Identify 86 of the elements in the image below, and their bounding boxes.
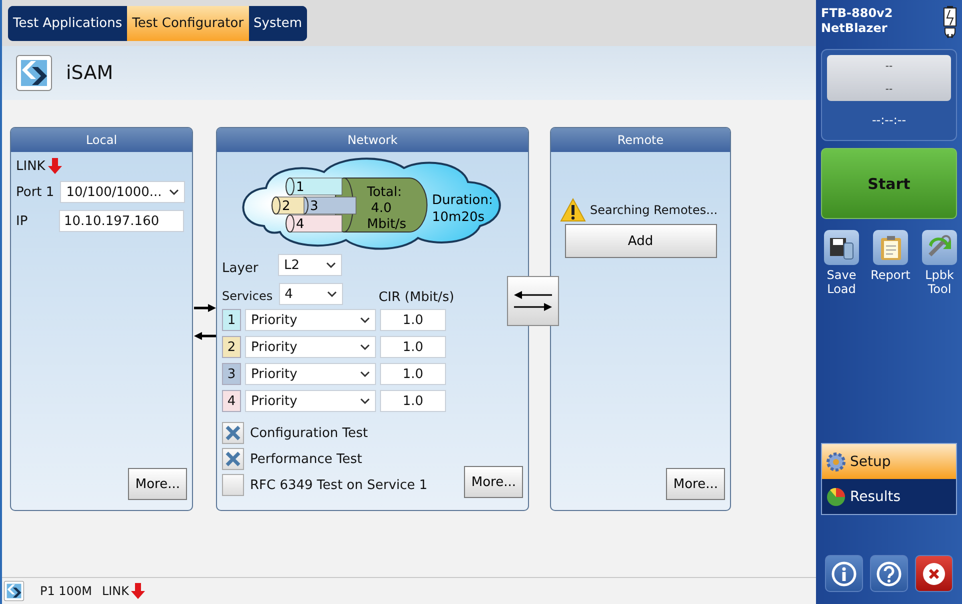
cir-header: CIR (Mbit/s) — [378, 290, 454, 305]
add-button[interactable]: Add — [564, 224, 716, 258]
chevron-icon — [326, 291, 337, 297]
model-name: FTB-880v2 — [821, 6, 893, 21]
battery-icon — [943, 6, 957, 40]
checkbox[interactable] — [222, 448, 244, 470]
chevron-icon — [360, 317, 370, 323]
duration-label: Duration: — [432, 193, 493, 208]
chevron-icon — [360, 371, 370, 377]
checkbox[interactable] — [222, 474, 244, 496]
chevron-icon — [169, 189, 180, 195]
chevron-icon — [360, 398, 370, 404]
chevron-icon — [360, 344, 370, 350]
more-button[interactable]: More... — [128, 468, 187, 500]
service-number: 2 — [282, 199, 290, 214]
nav-item[interactable]: Setup — [822, 444, 956, 479]
service-type-dropdown[interactable]: Priority — [245, 390, 376, 412]
right-arrow-icon — [194, 304, 216, 312]
service-number: 4 — [222, 390, 241, 412]
close-button[interactable] — [915, 555, 954, 592]
gear-icon — [826, 452, 846, 472]
ip-label: IP — [16, 214, 29, 228]
port-dropdown[interactable]: 10/100/1000... — [60, 181, 186, 203]
panel-title: Network — [217, 128, 528, 152]
cir-field[interactable]: 1.0 — [380, 336, 446, 358]
panel-title: Local — [11, 128, 192, 152]
product-name: NetBlazer — [821, 21, 888, 36]
tab[interactable]: Test Configurator — [127, 6, 249, 40]
panel-title: Remote — [551, 128, 730, 152]
services-label: Services — [222, 289, 273, 305]
service-number: 3 — [222, 363, 241, 385]
test-label: Configuration Test — [250, 426, 368, 440]
test-label: Performance Test — [250, 452, 362, 466]
swap-arrows-icon — [514, 289, 552, 313]
left-arrow-icon — [194, 332, 216, 340]
layer-label: Layer — [222, 260, 260, 276]
cir-field[interactable]: 1.0 — [380, 390, 446, 412]
port-status: P1 100M — [40, 584, 92, 598]
pie-chart-icon — [826, 486, 846, 506]
timer: --:--:-- — [872, 113, 906, 127]
close-icon — [921, 560, 948, 586]
link-status: LINK — [102, 584, 130, 598]
service-number: 1 — [222, 309, 241, 331]
down-arrow-icon — [131, 583, 146, 599]
services-dropdown[interactable]: 4 — [278, 283, 343, 305]
link-label: LINK — [16, 158, 46, 174]
info-button[interactable] — [824, 555, 863, 592]
total-label: Total: — [367, 185, 402, 200]
service-type-dropdown[interactable]: Priority — [245, 309, 376, 331]
duration-value: 10m20s — [432, 210, 485, 225]
cir-field[interactable]: 1.0 — [380, 309, 446, 331]
help-button[interactable] — [870, 555, 908, 592]
more-button[interactable]: More... — [666, 468, 725, 500]
display-value: -- — [884, 60, 894, 74]
test-label: RFC 6349 Test on Service 1 — [250, 478, 428, 492]
start-button[interactable]: Start — [821, 148, 957, 219]
tool-button[interactable]: Report — [870, 230, 910, 296]
x-mark-icon — [225, 425, 241, 441]
cir-field[interactable]: 1.0 — [380, 363, 446, 385]
status-text: Searching Remotes... — [590, 203, 718, 217]
clipboard-icon — [880, 234, 902, 260]
port-label: Port 1 — [16, 184, 54, 200]
service-type-dropdown[interactable]: Priority — [245, 336, 376, 358]
info-icon — [830, 560, 857, 586]
service-number: 1 — [296, 180, 304, 195]
down-arrow-icon — [48, 158, 62, 174]
display-value: -- — [884, 83, 894, 97]
help-icon — [876, 560, 902, 586]
ip-field[interactable]: 10.10.197.160 — [59, 210, 184, 232]
chevron-icon — [326, 262, 336, 268]
layer-dropdown[interactable]: L2 — [278, 254, 342, 276]
logo-icon — [4, 581, 24, 601]
service-type-dropdown[interactable]: Priority — [245, 363, 376, 385]
checkbox[interactable] — [222, 422, 244, 444]
warning-icon — [560, 198, 586, 222]
total-unit: Mbit/s — [367, 217, 406, 232]
service-number: 3 — [310, 199, 318, 214]
total-value: 4.0 — [371, 201, 392, 216]
app-title: iSAM — [66, 62, 114, 84]
more-button[interactable]: More... — [464, 466, 523, 498]
nav-item[interactable]: Results — [822, 479, 956, 514]
service-number: 2 — [222, 336, 241, 358]
logo-icon — [16, 55, 52, 91]
service-number: 4 — [296, 217, 304, 232]
x-mark-icon — [225, 451, 241, 467]
swap-button[interactable] — [507, 276, 559, 326]
